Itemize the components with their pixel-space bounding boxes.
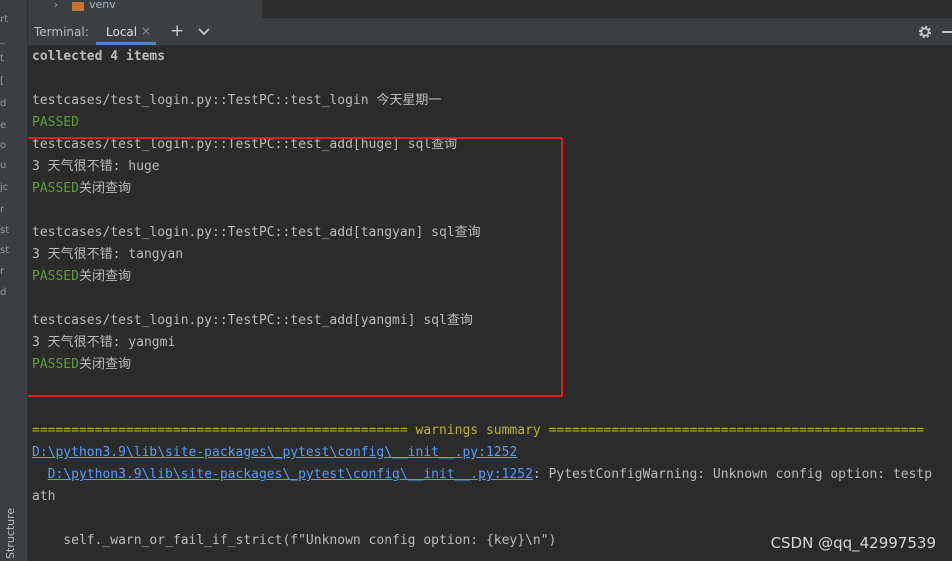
chevron-down-icon[interactable]	[196, 24, 212, 40]
folder-icon	[72, 2, 84, 11]
sidebar-fragment: u	[0, 160, 7, 171]
output-line-path: D:\python3.9\lib\site-packages\_pytest\c…	[32, 442, 517, 464]
output-line-self-call: self._warn_or_fail_if_strict(f"Unknown c…	[32, 533, 557, 548]
file-path-link[interactable]: D:\python3.9\lib\site-packages\_pytest\c…	[32, 445, 517, 460]
output-line-warning: D:\python3.9\lib\site-packages\_pytest\c…	[32, 464, 932, 486]
file-path-link[interactable]: D:\python3.9\lib\site-packages\_pytest\c…	[48, 467, 533, 482]
close-icon[interactable]: ×	[141, 24, 151, 38]
editor-area-remnant	[263, 0, 952, 18]
sidebar-fragment: t	[0, 53, 4, 64]
output-line-wrap: ath	[32, 489, 56, 504]
sidebar-fragment: e	[0, 120, 7, 131]
gear-icon[interactable]	[917, 24, 933, 40]
tab-label: Local	[106, 25, 138, 39]
sidebar-fragment: _	[0, 34, 5, 45]
warnings-summary-header: ========================================…	[32, 420, 924, 442]
sidebar-fragment: jc	[0, 182, 9, 193]
tree-item-label: venv	[89, 0, 116, 11]
warnings-title: warnings summary	[415, 423, 541, 438]
sidebar-fragment: d	[0, 287, 7, 298]
rule-right: ========================================…	[540, 423, 925, 438]
sidebar-fragment: d	[0, 98, 7, 109]
sidebar-fragment: st	[0, 245, 10, 256]
warning-message: : PytestConfigWarning: Unknown config op…	[532, 467, 933, 482]
rule-left: ========================================…	[32, 423, 416, 438]
chevron-right-icon[interactable]: ›	[54, 0, 58, 11]
ide-window: rt _ t [ d e o u jc r st st r d Structur…	[0, 0, 952, 561]
sidebar-fragment: r	[0, 266, 5, 277]
sidebar-fragment: [	[0, 76, 4, 87]
tab-local[interactable]: Local ×	[96, 18, 156, 45]
new-session-button[interactable]: +	[170, 21, 184, 41]
terminal-tool-header: Terminal: Local × +	[28, 18, 952, 46]
terminal-output[interactable]: collected 4 items testcases/test_login.p…	[28, 46, 952, 561]
sidebar-fragment: r	[0, 204, 5, 215]
left-tool-strip: rt _ t [ d e o u jc r st st r d Structur…	[0, 0, 28, 561]
tool-window-title: Terminal:	[34, 25, 89, 39]
watermark: CSDN @qq_42997539	[770, 534, 936, 552]
project-tree-row[interactable]: › venv	[28, 0, 263, 18]
output-line-collected: collected 4 items	[32, 49, 166, 64]
red-highlight-box	[28, 137, 563, 397]
sidebar-fragment: rt	[0, 14, 9, 25]
minimize-icon[interactable]	[942, 31, 952, 33]
output-line-test-login: testcases/test_login.py::TestPC::test_lo…	[32, 93, 442, 108]
structure-tab[interactable]: Structure	[4, 499, 20, 559]
sidebar-fragment: st	[0, 225, 10, 236]
passed-status: PASSED	[32, 115, 79, 130]
sidebar-fragment: o	[0, 140, 7, 151]
